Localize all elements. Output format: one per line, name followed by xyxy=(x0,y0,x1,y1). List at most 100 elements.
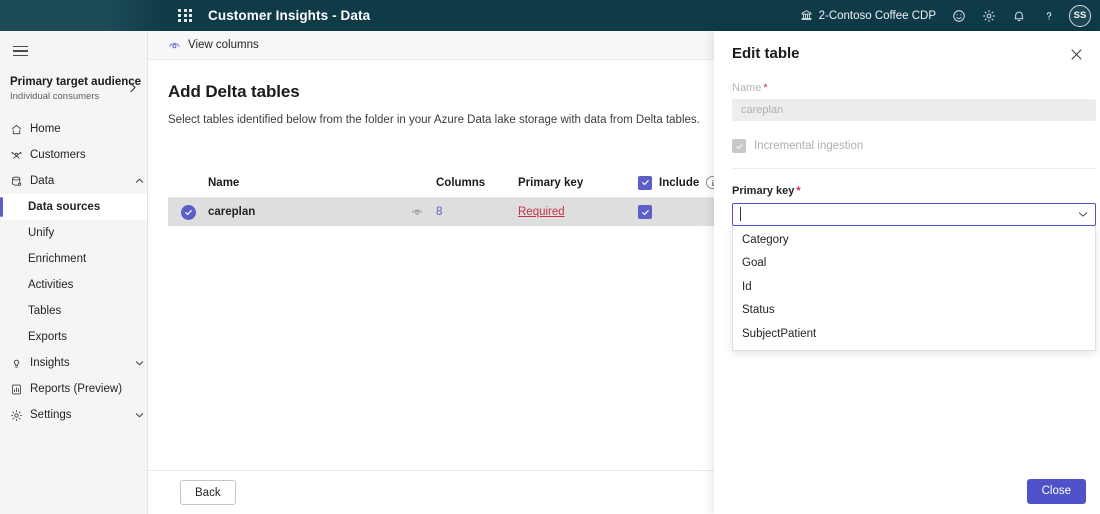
name-field-label: Name * xyxy=(732,82,1088,94)
required-asterisk: * xyxy=(796,185,801,197)
database-icon xyxy=(10,175,30,188)
columns-count-link[interactable]: 8 xyxy=(436,206,442,218)
app-root: Customer Insights - Data 2-Contoso Coffe… xyxy=(0,0,1100,514)
customers-icon xyxy=(10,149,30,162)
sidebar-nav: Home Customers Data Data sources Unify E… xyxy=(0,116,147,428)
sidebar-item-label: Reports (Preview) xyxy=(30,383,123,395)
sidebar-item-tables[interactable]: Tables xyxy=(0,298,147,324)
audience-subtitle: Individual consumers xyxy=(10,91,100,102)
hamburger-menu-icon[interactable] xyxy=(0,35,40,67)
row-selected-icon[interactable] xyxy=(180,204,196,220)
row-preview-eye-icon[interactable] xyxy=(398,206,436,218)
chevron-up-icon[interactable] xyxy=(131,178,147,184)
back-button[interactable]: Back xyxy=(180,480,236,505)
include-all-checkbox[interactable] xyxy=(638,175,652,190)
environment-name: 2-Contoso Coffee CDP xyxy=(818,9,936,22)
environment-selector[interactable]: 2-Contoso Coffee CDP xyxy=(792,0,944,31)
edit-table-panel: Edit table Name * careplan Incremental in… xyxy=(714,31,1100,514)
incremental-ingestion-checkbox xyxy=(732,139,746,153)
bell-icon[interactable] xyxy=(1004,0,1034,31)
sidebar-item-reports[interactable]: Reports (Preview) xyxy=(0,376,147,402)
lightbulb-icon xyxy=(10,357,30,370)
gear-icon[interactable] xyxy=(974,0,1004,31)
chevron-right-icon xyxy=(129,82,139,96)
eye-icon xyxy=(168,39,181,52)
name-label-text: Name xyxy=(732,82,762,94)
primary-target-audience-selector[interactable]: Primary target audience Individual consu… xyxy=(0,67,147,112)
sidebar-item-data-sources[interactable]: Data sources xyxy=(0,194,147,220)
sidebar-item-home[interactable]: Home xyxy=(0,116,147,142)
chevron-down-icon[interactable] xyxy=(131,360,147,366)
column-header-columns[interactable]: Columns xyxy=(436,177,518,189)
sidebar-item-label: Customers xyxy=(30,149,86,161)
primary-key-dropdown-list: Category Goal Id Status SubjectPatient xyxy=(732,226,1096,351)
dropdown-option-id[interactable]: Id xyxy=(733,275,1095,299)
sidebar-item-exports[interactable]: Exports xyxy=(0,324,147,350)
sidebar-item-unify[interactable]: Unify xyxy=(0,220,147,246)
dropdown-option-category[interactable]: Category xyxy=(733,228,1095,252)
sidebar-item-customers[interactable]: Customers xyxy=(0,142,147,168)
incremental-ingestion-row: Incremental ingestion xyxy=(732,139,1088,153)
panel-title: Edit table xyxy=(732,45,800,62)
close-button[interactable]: Close xyxy=(1026,478,1086,504)
dropdown-option-status[interactable]: Status xyxy=(733,299,1095,323)
sidebar-item-data[interactable]: Data xyxy=(0,168,147,194)
view-columns-button[interactable]: View columns xyxy=(162,36,265,55)
environment-icon xyxy=(800,9,813,22)
report-icon xyxy=(10,383,30,396)
smiley-feedback-icon[interactable] xyxy=(944,0,974,31)
primary-key-field: Primary key * Category Goal Id Status Su… xyxy=(732,185,1096,351)
row-primary-key: Required xyxy=(518,206,638,218)
sidebar-item-label: Tables xyxy=(28,305,62,317)
name-field-value: careplan xyxy=(741,104,784,116)
home-icon xyxy=(10,123,30,136)
sidebar-item-enrichment[interactable]: Enrichment xyxy=(0,246,147,272)
column-header-name[interactable]: Name xyxy=(208,177,398,189)
sidebar: Primary target audience Individual consu… xyxy=(0,31,148,514)
avatar[interactable]: SS xyxy=(1069,4,1091,27)
close-icon[interactable] xyxy=(1067,45,1086,64)
dropdown-option-goal[interactable]: Goal xyxy=(733,252,1095,276)
primary-key-combobox[interactable] xyxy=(732,203,1096,226)
sidebar-item-label: Settings xyxy=(30,409,72,421)
sidebar-item-label: Home xyxy=(30,123,61,135)
panel-footer: Close xyxy=(714,468,1100,514)
chevron-down-icon[interactable] xyxy=(1071,211,1095,218)
sidebar-item-label: Insights xyxy=(30,357,70,369)
include-label: Include xyxy=(659,176,700,189)
row-include-checkbox[interactable] xyxy=(638,205,652,219)
dropdown-option-subjectpatient[interactable]: SubjectPatient xyxy=(733,322,1095,346)
sidebar-item-insights[interactable]: Insights xyxy=(0,350,147,376)
incremental-ingestion-label: Incremental ingestion xyxy=(754,140,864,152)
panel-body: Name * careplan Incremental ingestion Pri… xyxy=(714,64,1100,468)
panel-divider xyxy=(732,168,1096,169)
table-row[interactable]: careplan 8 Required xyxy=(168,198,728,226)
panel-header: Edit table xyxy=(714,31,1100,64)
primary-key-label: Primary key * xyxy=(732,185,1096,197)
chevron-down-icon[interactable] xyxy=(131,412,147,418)
top-header: Customer Insights - Data 2-Contoso Coffe… xyxy=(0,0,1100,31)
sidebar-item-label: Data sources xyxy=(28,201,101,213)
app-title: Customer Insights - Data xyxy=(208,8,371,23)
primary-key-required-link[interactable]: Required xyxy=(518,206,565,218)
primary-key-input[interactable] xyxy=(740,204,1071,225)
required-asterisk: * xyxy=(763,82,768,94)
sidebar-item-activities[interactable]: Activities xyxy=(0,272,147,298)
table-header-row: Name Columns Primary key Include i xyxy=(168,168,728,198)
column-header-primary-key[interactable]: Primary key xyxy=(518,177,638,189)
sidebar-item-label: Activities xyxy=(28,279,74,291)
question-mark-icon[interactable] xyxy=(1034,0,1064,31)
row-columns-count: 8 xyxy=(436,206,518,218)
app-launcher-icon[interactable] xyxy=(168,0,202,31)
primary-key-label-text: Primary key xyxy=(732,185,795,197)
delta-tables-table: Name Columns Primary key Include i carep… xyxy=(168,168,728,226)
sidebar-item-label: Enrichment xyxy=(28,253,87,265)
name-field: careplan xyxy=(732,99,1096,121)
text-cursor xyxy=(739,207,741,221)
audience-title: Primary target audience xyxy=(10,76,142,88)
sidebar-item-settings[interactable]: Settings xyxy=(0,402,147,428)
view-columns-label: View columns xyxy=(188,39,259,51)
row-select-cell xyxy=(168,204,208,220)
row-name: careplan xyxy=(208,206,256,218)
sidebar-item-label: Exports xyxy=(28,331,67,343)
